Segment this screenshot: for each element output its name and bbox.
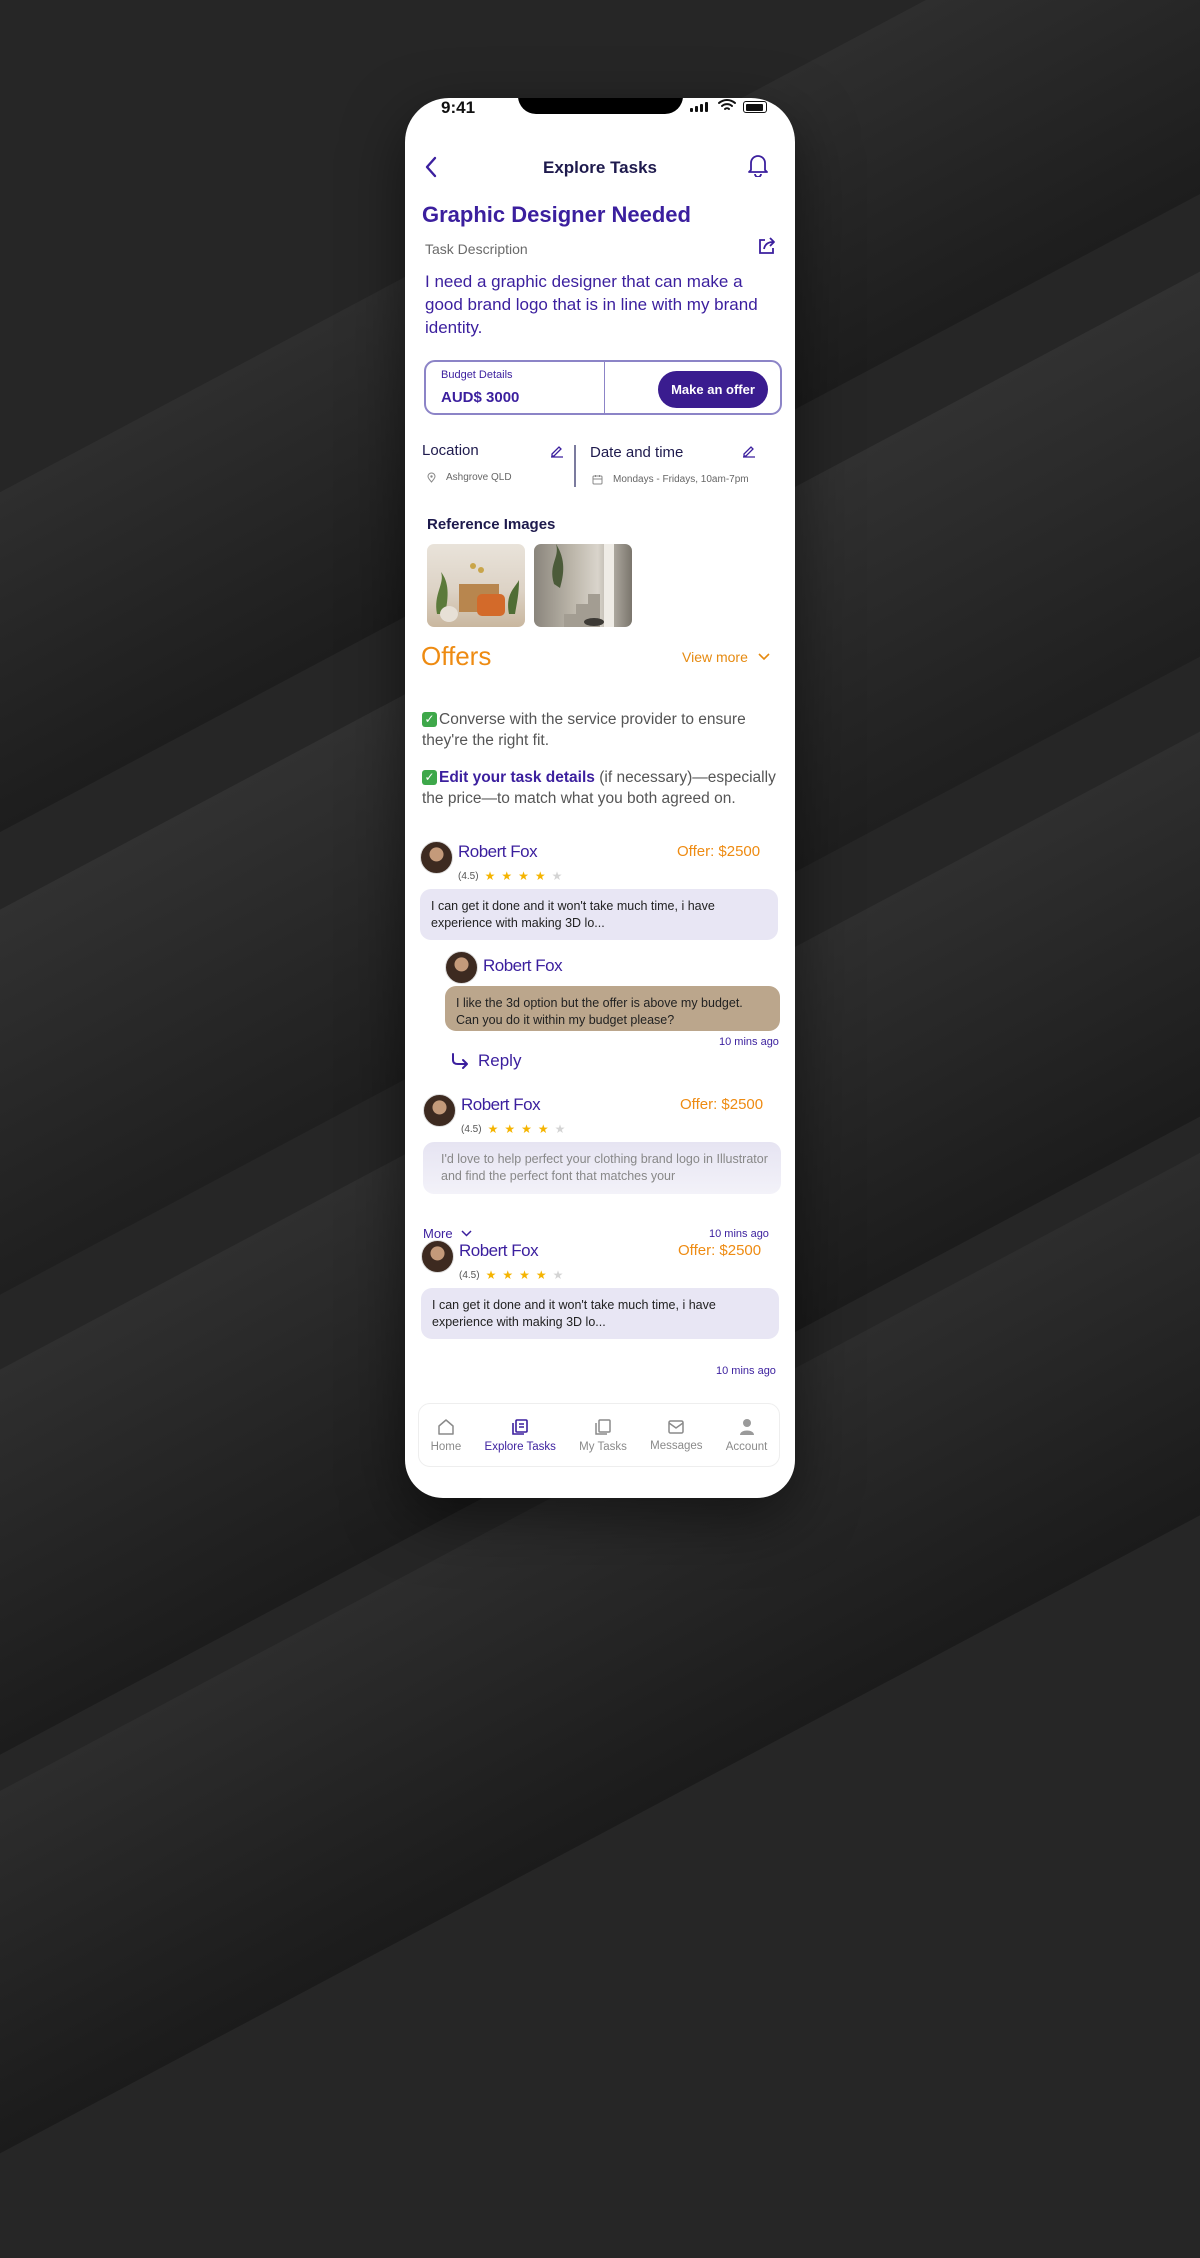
avatar[interactable] — [421, 1240, 454, 1273]
reference-image[interactable] — [427, 544, 525, 627]
task-description: I need a graphic designer that can make … — [425, 272, 758, 337]
rating: (4.5) ★★★★★ — [459, 1268, 569, 1282]
more-label: More — [423, 1226, 453, 1241]
location-value: Ashgrove QLD — [427, 472, 512, 483]
avatar[interactable] — [420, 841, 453, 874]
bottom-tab-bar: Home Explore Tasks My Tasks Messages Acc… — [418, 1403, 780, 1467]
budget-value: AUD$ 3000 — [441, 389, 520, 406]
rating-value: (4.5) — [459, 1269, 480, 1281]
status-bar: 9:41 — [405, 98, 795, 128]
date-time-label: Date and time — [590, 444, 684, 461]
tip-text: Converse with the service provider to en… — [422, 711, 746, 749]
edit-date-icon[interactable] — [742, 444, 756, 458]
chevron-down-icon — [461, 1230, 472, 1237]
tab-explore-tasks[interactable]: Explore Tasks — [485, 1418, 556, 1453]
reference-images-label: Reference Images — [427, 516, 556, 533]
status-time: 9:41 — [441, 98, 476, 117]
task-title: Graphic Designer Needed — [422, 202, 691, 227]
star-rating-icon: ★★★★★ — [485, 1268, 570, 1282]
chevron-down-icon — [758, 653, 770, 661]
reply-message: I like the 3d option but the offer is ab… — [445, 986, 780, 1031]
mail-icon — [668, 1419, 685, 1434]
budget-label: Budget Details — [441, 369, 513, 381]
location-pin-icon — [427, 472, 436, 483]
offer-provider-name[interactable]: Robert Fox — [461, 1095, 541, 1115]
star-rating-icon: ★★★★★ — [484, 869, 569, 883]
phone-screen: 9:41 Explore Tasks Graphic Designer Need… — [405, 98, 795, 1498]
avatar[interactable] — [423, 1094, 456, 1127]
offer-price: Offer: $2500 — [678, 1242, 762, 1259]
offer-message: I can get it done and it won't take much… — [421, 1288, 779, 1339]
offer-message: I'd love to help perfect your clothing b… — [423, 1142, 781, 1194]
task-description-label: Task Description — [425, 241, 528, 257]
offer-price: Offer: $2500 — [680, 1096, 764, 1113]
location-label: Location — [422, 442, 479, 459]
offer-provider-name[interactable]: Robert Fox — [459, 1241, 539, 1261]
offer-message: I can get it done and it won't take much… — [420, 889, 778, 940]
check-icon: ✓ — [422, 712, 437, 727]
avatar[interactable] — [445, 951, 478, 984]
divider — [604, 362, 605, 413]
location-text: Ashgrove QLD — [446, 472, 512, 483]
check-icon: ✓ — [422, 770, 437, 785]
reply-arrow-icon — [452, 1053, 468, 1069]
budget-details-card: Budget Details AUD$ 3000 Make an offer — [424, 360, 782, 415]
date-time-text: Mondays - Fridays, 10am-7pm — [613, 474, 749, 485]
share-icon[interactable] — [757, 236, 777, 256]
offer-tip: ✓ Converse with the service provider to e… — [422, 709, 782, 751]
view-more-label: View more — [682, 649, 748, 665]
date-time-value: Mondays - Fridays, 10am-7pm — [592, 474, 749, 485]
view-more-link[interactable]: View more — [682, 649, 770, 665]
tip-strong-text: Edit your task details — [439, 769, 595, 786]
offer-tip: ✓ Edit your task details (if necessary)—e… — [422, 767, 782, 809]
offer-provider-name[interactable]: Robert Fox — [458, 842, 538, 862]
tab-label: Account — [725, 1440, 768, 1453]
tab-label: Explore Tasks — [484, 1440, 556, 1453]
header: Explore Tasks — [405, 153, 795, 183]
tab-label: My Tasks — [579, 1440, 627, 1453]
star-rating-icon: ★★★★★ — [487, 1122, 572, 1136]
wifi-icon — [718, 99, 736, 110]
divider — [574, 445, 576, 487]
tab-messages[interactable]: Messages — [650, 1419, 703, 1452]
rating: (4.5) ★★★★★ — [458, 869, 568, 883]
notch — [518, 98, 683, 114]
timestamp: 10 mins ago — [716, 1365, 776, 1377]
rating-value: (4.5) — [458, 870, 479, 882]
offers-title: Offers — [421, 641, 492, 671]
timestamp: 10 mins ago — [709, 1228, 769, 1240]
home-icon — [438, 1418, 454, 1435]
reply-label: Reply — [478, 1051, 522, 1070]
calendar-icon — [592, 475, 603, 485]
reply-button[interactable]: Reply — [450, 1051, 521, 1071]
tab-home[interactable]: Home — [430, 1418, 462, 1453]
tab-my-tasks[interactable]: My Tasks — [579, 1418, 627, 1453]
edit-location-icon[interactable] — [550, 444, 564, 458]
my-tasks-icon — [595, 1418, 611, 1435]
signal-icon — [690, 102, 708, 112]
page-title: Explore Tasks — [542, 158, 658, 177]
bell-icon[interactable] — [747, 153, 769, 177]
rating: (4.5) ★★★★★ — [461, 1122, 571, 1136]
make-offer-button[interactable]: Make an offer — [658, 371, 768, 408]
offer-price: Offer: $2500 — [677, 843, 761, 860]
reply-author-name[interactable]: Robert Fox — [483, 956, 563, 976]
more-toggle[interactable]: More — [423, 1226, 472, 1241]
user-icon — [739, 1418, 754, 1435]
explore-tasks-icon — [512, 1418, 529, 1435]
battery-icon — [743, 101, 767, 113]
rating-value: (4.5) — [461, 1123, 482, 1135]
tab-label: Home — [430, 1440, 462, 1453]
timestamp: 10 mins ago — [719, 1036, 779, 1048]
reference-image[interactable] — [534, 544, 632, 627]
tab-account[interactable]: Account — [725, 1418, 768, 1453]
tab-label: Messages — [650, 1439, 703, 1452]
